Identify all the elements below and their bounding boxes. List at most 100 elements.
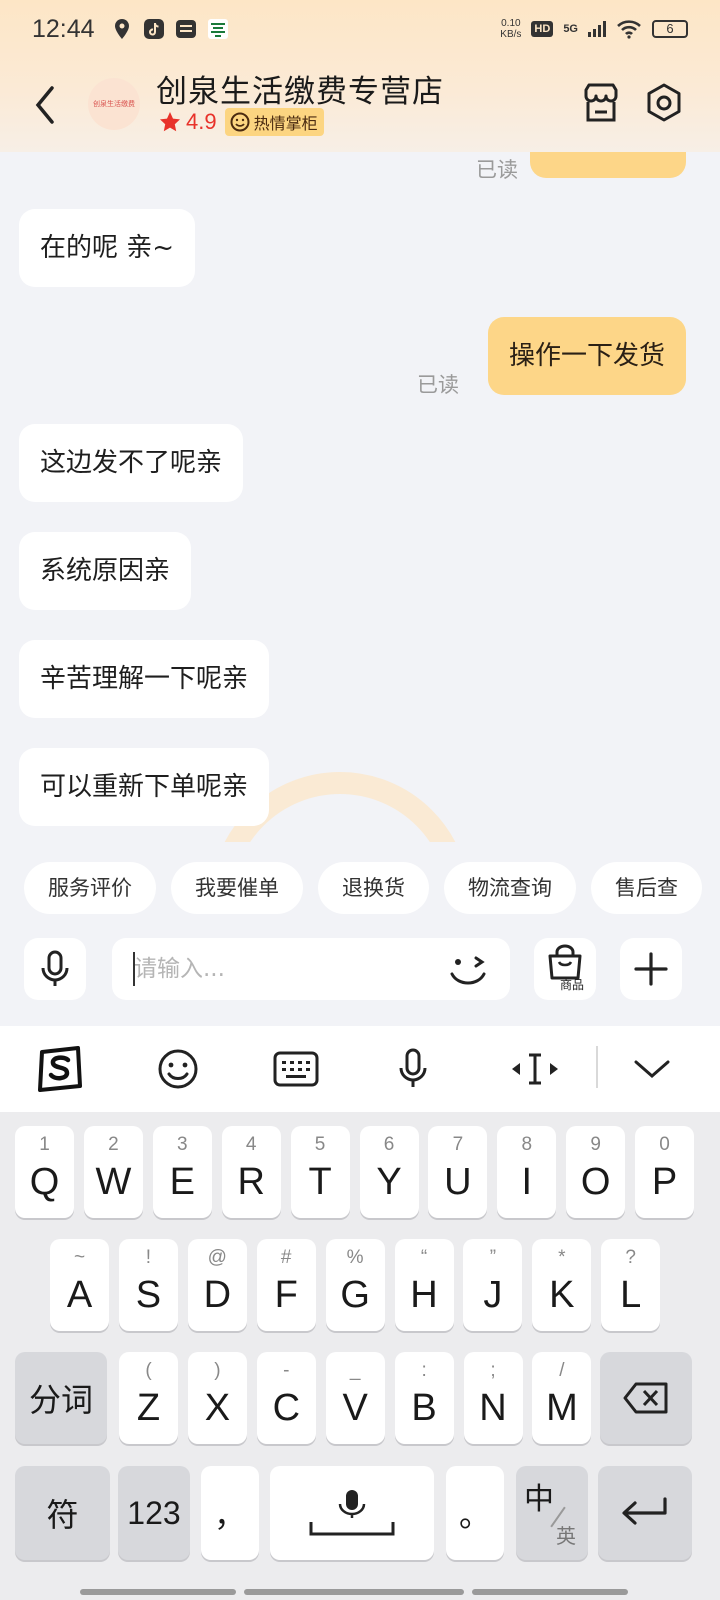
key-label: P [651,1161,678,1203]
key-comma[interactable]: ， [201,1466,259,1560]
key-secondary-label: 2 [108,1134,119,1155]
message-bubble-outgoing[interactable]: 操作一下发货 [487,317,686,395]
sogou-logo-icon [38,1046,82,1092]
enter-key[interactable] [598,1466,692,1560]
battery-icon: 6 [652,20,688,38]
message-bubble-incoming[interactable]: 系统原因亲 [19,532,192,610]
key-c[interactable]: -C [256,1352,316,1444]
key-label: 。 [458,1497,491,1533]
message-bubble-incoming[interactable]: 在的呢 亲~ [19,209,196,287]
quick-reply-after-sales[interactable]: 售后查 [591,862,702,914]
key-label: K [549,1274,575,1316]
key-g[interactable]: % G [325,1239,385,1331]
cursor-move-icon [512,1053,558,1085]
key-secondary-label: ) [214,1360,221,1381]
plus-icon [634,952,668,986]
message-bubble-incoming[interactable]: 辛苦理解一下呢亲 [19,640,270,718]
sogou-logo-button[interactable] [36,1046,84,1092]
key-label: A [66,1274,93,1316]
key-w[interactable]: 2W [83,1126,143,1218]
notification-icons [111,17,229,41]
message-bubble-incoming[interactable]: 可以重新下单呢亲 [19,748,270,826]
key-b[interactable]: :B [394,1352,454,1444]
back-button[interactable] [28,82,64,128]
key-secondary-label: ? [625,1247,636,1268]
goods-button[interactable]: 商品 [534,938,596,1000]
gesture-bar [80,1589,236,1595]
key-n[interactable]: ; N [463,1352,523,1444]
key-label: V [342,1387,368,1429]
key-secondary-label: _ [349,1360,361,1381]
cursor-move-button[interactable] [508,1046,562,1092]
chat-messages[interactable]: 已读 在的呢 亲~ 已读 操作一下发货 这边发不了呢亲 系统原因亲 辛苦理解一下… [0,152,720,842]
more-button[interactable] [620,938,682,1000]
message-bubble-outgoing[interactable] [530,152,686,178]
key-label: Q [29,1161,60,1203]
key-period[interactable]: 。 [446,1466,504,1560]
message-text: 这边发不了呢亲 [40,448,223,478]
key-p[interactable]: 0P [635,1126,695,1218]
key-123[interactable]: 123 [118,1466,190,1560]
voice-input-button[interactable] [396,1046,430,1092]
quick-reply-return-exchange[interactable]: 退换货 [318,862,429,914]
shopkeeper-badge[interactable]: 热情掌柜 [224,108,324,136]
key-label: Z [136,1387,161,1429]
key-q[interactable]: 1Q [15,1126,74,1218]
hide-keyboard-button[interactable] [632,1046,672,1092]
key-d[interactable]: @ D [187,1239,247,1331]
key-label: E [169,1161,195,1203]
settings-icon[interactable] [644,82,684,124]
key-label: B [411,1387,437,1429]
space-key[interactable] [270,1466,434,1560]
key-z[interactable]: (Z [119,1352,178,1444]
gesture-bar [244,1589,464,1595]
wifi-icon [617,20,641,39]
quick-reply-service-review[interactable]: 服务评价 [24,862,156,914]
key-h[interactable]: “H [394,1239,454,1331]
key-x[interactable]: ) X [187,1352,247,1444]
voice-button[interactable] [24,938,86,1000]
key-fenci[interactable]: 分词 [15,1352,107,1444]
keyboard-switch-button[interactable] [272,1046,320,1092]
key-a[interactable]: ~ A [50,1239,109,1331]
key-m[interactable]: / M [532,1352,592,1444]
key-u[interactable]: 7U [428,1126,488,1218]
message-text: 辛苦理解一下呢亲 [40,664,249,694]
key-v[interactable]: _ V [325,1352,385,1444]
key-symbols[interactable]: 符 [15,1466,110,1560]
emoji-wink-icon[interactable] [446,950,490,990]
keyboard-icon [273,1051,319,1087]
store-button[interactable] [580,82,622,124]
key-y[interactable]: 6Y [359,1126,419,1218]
key-i[interactable]: 8I [497,1126,557,1218]
lang-sub-label: 英 [556,1526,576,1548]
key-s[interactable]: ! S [118,1239,178,1331]
key-secondary-label: - [283,1360,290,1381]
key-label: 分词 [28,1382,93,1418]
key-label: U [444,1161,472,1203]
key-e[interactable]: 3E [152,1126,212,1218]
shop-name[interactable]: 创泉生活缴费专营店 [156,66,444,111]
key-k[interactable]: * K [532,1239,592,1331]
key-label: I [521,1161,533,1203]
quick-reply-logistics[interactable]: 物流查询 [444,862,576,914]
emoji-keyboard-button[interactable] [156,1046,200,1092]
shop-avatar[interactable]: 创泉生活缴费 [88,78,140,130]
message-bubble-incoming[interactable]: 这边发不了呢亲 [19,424,244,502]
key-j[interactable]: ” J [463,1239,523,1331]
backspace-key[interactable] [600,1352,692,1444]
key-l[interactable]: ? L [601,1239,661,1331]
key-o[interactable]: 9O [566,1126,626,1218]
key-f[interactable]: # F [256,1239,316,1331]
key-t[interactable]: 5T [290,1126,350,1218]
chat-header: 12:44 0.10 KB/s HD 5G 6 创泉生活缴费 创泉生活缴费专营店 [0,0,720,152]
quick-reply-urge-order[interactable]: 我要催单 [171,862,303,914]
backspace-icon [623,1382,668,1414]
key-secondary-label: 3 [177,1134,188,1155]
language-switch-key[interactable]: 中英 [516,1466,588,1560]
key-label: W [95,1161,132,1203]
message-text: 可以重新下单呢亲 [40,772,249,802]
key-r[interactable]: 4R [221,1126,281,1218]
key-label: L [620,1274,642,1316]
key-secondary-label: ~ [73,1247,86,1268]
